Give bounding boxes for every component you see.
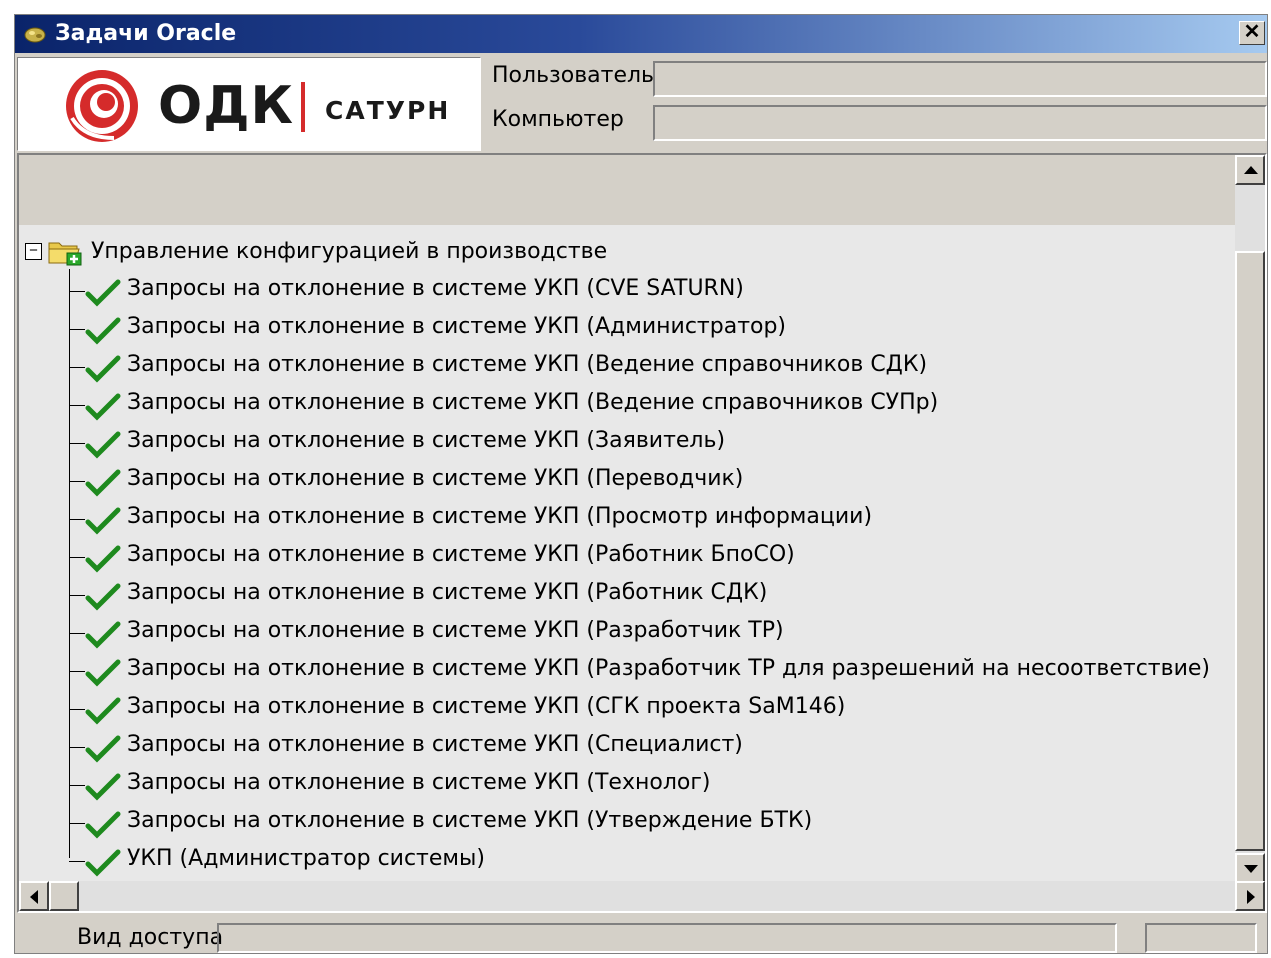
scroll-down-button[interactable] — [1235, 853, 1265, 883]
green-check-icon — [85, 393, 121, 421]
green-check-icon — [85, 431, 121, 459]
root-node-label: Управление конфигурацией в производстве — [91, 239, 608, 264]
green-check-icon — [85, 697, 121, 725]
horizontal-scrollbar[interactable] — [19, 881, 1265, 911]
tree-item-label: Запросы на отклонение в системе УКП (Пер… — [127, 466, 744, 491]
tree-item-label: Запросы на отклонение в системе УКП (Зая… — [127, 428, 726, 453]
tree-branch-line — [69, 785, 85, 786]
odk-emblem-icon — [66, 70, 138, 142]
logo-main-text: ОДК — [158, 76, 295, 136]
arrow-left-icon — [30, 890, 38, 904]
tree-item-label: УКП (Администратор системы) — [127, 846, 485, 871]
arrow-right-icon — [1247, 890, 1255, 904]
tree-top-area — [19, 155, 1235, 225]
logo-sub-text: САТУРН — [325, 96, 451, 125]
company-logo: ОДК САТУРН — [17, 57, 481, 151]
window-title: Задачи Oracle — [55, 21, 237, 46]
tree-branch-line — [69, 595, 85, 596]
access-type-label: Вид доступа — [77, 925, 224, 950]
green-check-icon — [85, 279, 121, 307]
tree-item-label: Запросы на отклонение в системе УКП (Утв… — [127, 808, 813, 833]
green-check-icon — [85, 317, 121, 345]
tree-item-label: Запросы на отклонение в системе УКП (Спе… — [127, 732, 743, 757]
green-check-icon — [85, 355, 121, 383]
green-check-icon — [85, 811, 121, 839]
tree-branch-line — [69, 291, 85, 292]
green-check-icon — [85, 849, 121, 877]
tree-branch-line — [69, 481, 85, 482]
tree-item-label: Запросы на отклонение в системе УКП (Адм… — [127, 314, 787, 339]
status-extra-field — [1145, 923, 1257, 953]
green-check-icon — [85, 773, 121, 801]
close-button[interactable]: ✕ — [1239, 21, 1265, 45]
vertical-scrollbar[interactable] — [1235, 155, 1265, 883]
oracle-tasks-icon — [24, 27, 46, 43]
tree-branch-line — [69, 709, 85, 710]
green-check-icon — [85, 507, 121, 535]
scroll-left-button[interactable] — [19, 881, 49, 911]
status-bar: Вид доступа — [17, 919, 1267, 953]
green-check-icon — [85, 469, 121, 497]
tree-item-label: Запросы на отклонение в системе УКП (Тех… — [127, 770, 711, 795]
tree-connector — [69, 269, 70, 858]
oracle-tasks-window: Задачи Oracle ✕ ОДК САТУРН Пользователь … — [14, 14, 1268, 954]
tasks-tree: − Управление конфигурацией в производств… — [19, 235, 1235, 885]
tree-item-label: Запросы на отклонение в системе УКП (Про… — [127, 504, 873, 529]
tree-item-label: Запросы на отклонение в системе УКП (Раб… — [127, 542, 795, 567]
computer-label: Компьютер — [492, 107, 624, 132]
access-type-field — [217, 923, 1117, 953]
scroll-up-button[interactable] — [1235, 155, 1265, 185]
arrow-down-icon — [1244, 865, 1258, 873]
tree-branch-line — [69, 861, 85, 862]
title-bar[interactable]: Задачи Oracle ✕ — [15, 15, 1267, 53]
tree-item-label: Запросы на отклонение в системе УКП (СГК… — [127, 694, 846, 719]
tree-item-label: Запросы на отклонение в системе УКП (Раб… — [127, 580, 768, 605]
tree-item-label: Запросы на отклонение в системе УКП (Раз… — [127, 656, 1211, 681]
tree-branch-line — [69, 443, 85, 444]
computer-field[interactable] — [653, 105, 1267, 141]
arrow-up-icon — [1244, 166, 1258, 174]
collapse-toggle[interactable]: − — [25, 243, 42, 260]
green-check-icon — [85, 659, 121, 687]
green-check-icon — [85, 583, 121, 611]
folder-plus-icon — [48, 242, 82, 266]
tree-item-label: Запросы на отклонение в системе УКП (Раз… — [127, 618, 784, 643]
user-label: Пользователь — [492, 63, 655, 88]
tree-branch-line — [69, 671, 85, 672]
tree-item-label: Запросы на отклонение в системе УКП (Вед… — [127, 390, 939, 415]
horizontal-scroll-thumb[interactable] — [49, 881, 79, 911]
tree-branch-line — [69, 519, 85, 520]
tree-branch-line — [69, 823, 85, 824]
tree-branch-line — [69, 633, 85, 634]
tree-item-label: Запросы на отклонение в системе УКП (Вед… — [127, 352, 928, 377]
tree-branch-line — [69, 329, 85, 330]
scroll-right-button[interactable] — [1235, 881, 1265, 911]
tree-branch-line — [69, 405, 85, 406]
green-check-icon — [85, 545, 121, 573]
tree-branch-line — [69, 557, 85, 558]
user-field[interactable] — [653, 61, 1267, 97]
tasks-tree-panel: − Управление конфигурацией в производств… — [17, 153, 1267, 913]
tree-branch-line — [69, 747, 85, 748]
logo-divider — [301, 82, 305, 132]
tree-item-label: Запросы на отклонение в системе УКП (CVE… — [127, 276, 744, 301]
green-check-icon — [85, 621, 121, 649]
green-check-icon — [85, 735, 121, 763]
scroll-thumb[interactable] — [1235, 251, 1265, 851]
tree-branch-line — [69, 367, 85, 368]
